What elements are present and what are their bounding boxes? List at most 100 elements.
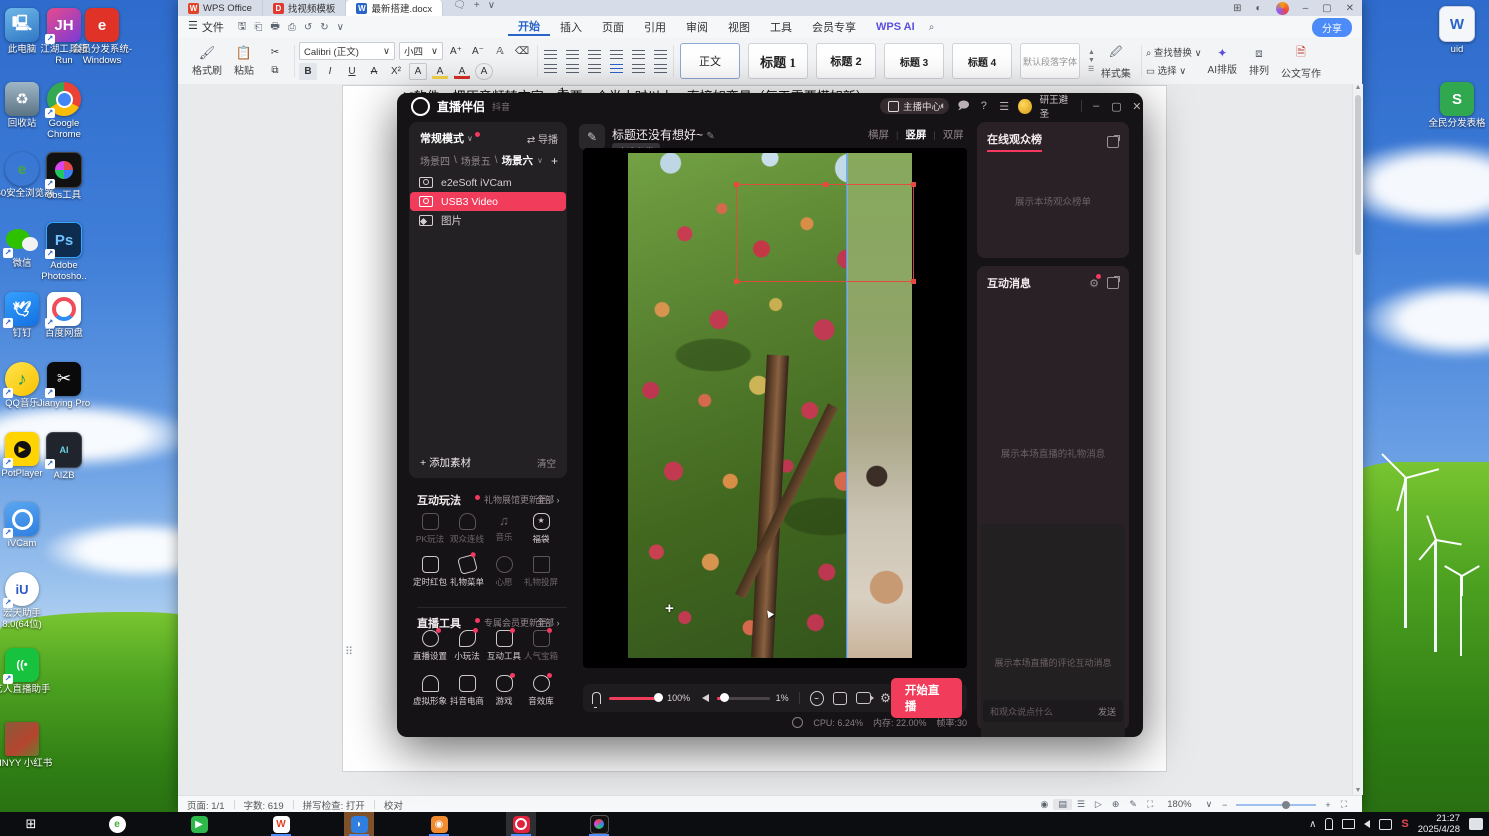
align-left-icon[interactable] xyxy=(544,63,557,73)
taskbar-360-browser[interactable]: e xyxy=(102,812,132,836)
menu-tab-page[interactable]: 页面 xyxy=(592,19,634,35)
tab-list-chevron[interactable]: ∨ xyxy=(484,0,499,16)
desktop-icon-ivcam[interactable]: ↗ iVCam xyxy=(0,502,55,549)
increase-indent-icon[interactable] xyxy=(610,49,623,59)
scene-tab-5[interactable]: 场景五 xyxy=(461,153,491,168)
menu-tab-wps-ai[interactable]: WPS AI xyxy=(866,21,925,33)
skin-icon[interactable]: ◐ xyxy=(1256,3,1262,14)
start-button[interactable]: ⊞ xyxy=(16,812,46,836)
copy-icon[interactable]: ⧉ xyxy=(266,62,284,79)
eye-protect-icon[interactable]: ◉ xyxy=(1035,799,1053,810)
bold-button[interactable]: B xyxy=(299,63,317,80)
tray-sogou-icon[interactable]: S xyxy=(1401,818,1408,830)
taskbar-live-companion[interactable] xyxy=(506,812,536,836)
desktop-icon-photoshop[interactable]: Ps ↗ Adobe Photosho.. xyxy=(31,222,97,282)
add-material-button[interactable]: + 添加素材 xyxy=(420,455,471,470)
help-icon[interactable]: ? xyxy=(978,100,990,112)
tool-item-games[interactable]: 游戏 xyxy=(485,673,523,707)
cut-icon[interactable]: ✂ xyxy=(266,44,284,61)
audience-expand-icon[interactable] xyxy=(1107,134,1120,148)
text-effects-button[interactable]: 𝔸 xyxy=(491,43,509,60)
superscript-button[interactable]: X² xyxy=(387,63,405,80)
style-gallery-more[interactable]: ☰ xyxy=(1088,65,1095,73)
desktop-icon-baidu-pan[interactable]: ↗ 百度网盘 xyxy=(31,292,97,339)
italic-button[interactable]: I xyxy=(321,63,339,80)
style-heading3[interactable]: 标题 3 xyxy=(884,43,944,79)
main-menu-icon[interactable]: ☰ xyxy=(998,100,1010,113)
number-list-icon[interactable] xyxy=(566,49,579,59)
user-avatar[interactable] xyxy=(1018,98,1032,114)
taskbar-media-app[interactable]: ◉ xyxy=(424,812,454,836)
sort-icon[interactable] xyxy=(632,49,645,59)
menu-tab-member[interactable]: 会员专享 xyxy=(802,19,866,35)
zoom-slider[interactable] xyxy=(1236,800,1317,809)
director-button[interactable]: ⇄ 导播 xyxy=(527,131,558,146)
char-border-button[interactable]: A xyxy=(475,63,493,80)
underline-button[interactable]: U xyxy=(343,63,361,80)
desktop-icon-artist-live[interactable]: ((•↗ 艺人直播助手 xyxy=(0,648,55,695)
tool-item-mini-play[interactable]: 小玩法 xyxy=(448,628,486,662)
zoom-chevron[interactable]: ∨ xyxy=(1201,799,1218,810)
share-button[interactable]: 分享 xyxy=(1312,17,1352,37)
tab-wps-office[interactable]: W WPS Office xyxy=(178,0,263,16)
feedback-icon[interactable]: 🗩 xyxy=(957,97,969,116)
style-gallery-up[interactable]: ▲ xyxy=(1088,49,1095,56)
fullscreen-button[interactable]: ⛶ xyxy=(1336,799,1352,810)
account-avatar[interactable] xyxy=(1275,1,1289,15)
tool-item-popularity[interactable]: 人气宝箱 xyxy=(522,628,560,662)
preview-icon[interactable]: ⎙ xyxy=(284,22,300,33)
font-size-select[interactable]: 小四 ∨ xyxy=(399,42,443,60)
layout-grid-icon[interactable]: ⊞ xyxy=(1233,3,1241,14)
menu-tab-home[interactable]: 开始 xyxy=(507,18,550,36)
paste-button[interactable]: 📋 粘贴 xyxy=(228,45,260,77)
theme-icon[interactable]: ◐ xyxy=(937,100,949,112)
focus-mode-icon[interactable]: ⛶ xyxy=(1142,799,1158,810)
style-gallery-down[interactable]: ▼ xyxy=(1088,57,1095,64)
desktop-icon-chrome[interactable]: ↗ Google Chrome xyxy=(31,82,97,140)
mode-dual[interactable]: 双屏 xyxy=(943,127,964,142)
blue-split-line[interactable] xyxy=(846,153,847,658)
menu-tab-tools[interactable]: 工具 xyxy=(760,19,802,35)
paragraph-drag-handle[interactable]: ⠿ xyxy=(345,645,353,658)
live-close-button[interactable]: ✕ xyxy=(1131,100,1143,113)
comment-input[interactable]: 和观众说点什么 发送 xyxy=(983,700,1123,722)
tab-document[interactable]: W 最新搭建.docx xyxy=(346,0,444,16)
highlight-button[interactable]: A xyxy=(431,63,449,80)
stream-settings-icon[interactable]: ⚙ xyxy=(880,691,891,705)
play-item-music[interactable]: ♫ 音乐 xyxy=(485,513,523,543)
tray-display-icon[interactable] xyxy=(1342,819,1356,829)
scroll-up-arrow[interactable]: ▲ xyxy=(1353,84,1363,91)
export-icon[interactable]: ⎗ xyxy=(250,22,266,33)
send-button[interactable]: 发送 xyxy=(1098,705,1116,718)
flip-mirror-icon[interactable] xyxy=(832,691,847,705)
volume-slider[interactable] xyxy=(717,693,770,702)
source-ivcam[interactable]: e2eSoft iVCam xyxy=(410,173,566,192)
preview-canvas[interactable]: + ▲ xyxy=(583,148,967,668)
save-icon[interactable]: 🖫 xyxy=(234,19,251,36)
ink-icon[interactable]: ✎ xyxy=(1124,799,1142,810)
tool-item-interact-tools[interactable]: 互动工具 xyxy=(485,628,523,662)
scroll-thumb[interactable] xyxy=(1355,95,1361,255)
wps-maximize-button[interactable]: ▢ xyxy=(1322,3,1331,14)
taskbar-wps[interactable]: W xyxy=(266,812,296,836)
menu-tab-view[interactable]: 视图 xyxy=(718,19,760,35)
tray-input-method-icon[interactable] xyxy=(1379,818,1393,830)
more-chevron-icon[interactable]: ∨ xyxy=(333,22,348,33)
edit-title-box[interactable]: ✎ xyxy=(579,124,605,150)
beauty-filter-icon[interactable] xyxy=(809,690,824,706)
edit-title-icon[interactable]: ✎ xyxy=(706,131,714,142)
mode-landscape[interactable]: 横屏 xyxy=(868,127,889,142)
taskbar-blue-app[interactable]: ◗ xyxy=(344,812,374,836)
decrease-indent-icon[interactable] xyxy=(588,49,601,59)
start-streaming-button[interactable]: 开始直播 xyxy=(890,678,962,718)
shading-icon[interactable] xyxy=(654,63,667,73)
style-normal[interactable]: 正文 xyxy=(680,43,740,79)
bullet-list-icon[interactable] xyxy=(544,49,557,59)
tool-item-avatar[interactable]: 虚拟形象 xyxy=(411,675,449,707)
tray-expand-icon[interactable]: ∧ xyxy=(1309,819,1316,830)
add-scene-button[interactable]: + xyxy=(551,154,558,168)
scroll-down-arrow[interactable]: ▼ xyxy=(1353,787,1363,794)
status-spellcheck[interactable]: 拼写检查: 打开 xyxy=(294,798,374,812)
align-right-icon[interactable] xyxy=(588,63,601,73)
justify-icon[interactable] xyxy=(610,63,623,73)
